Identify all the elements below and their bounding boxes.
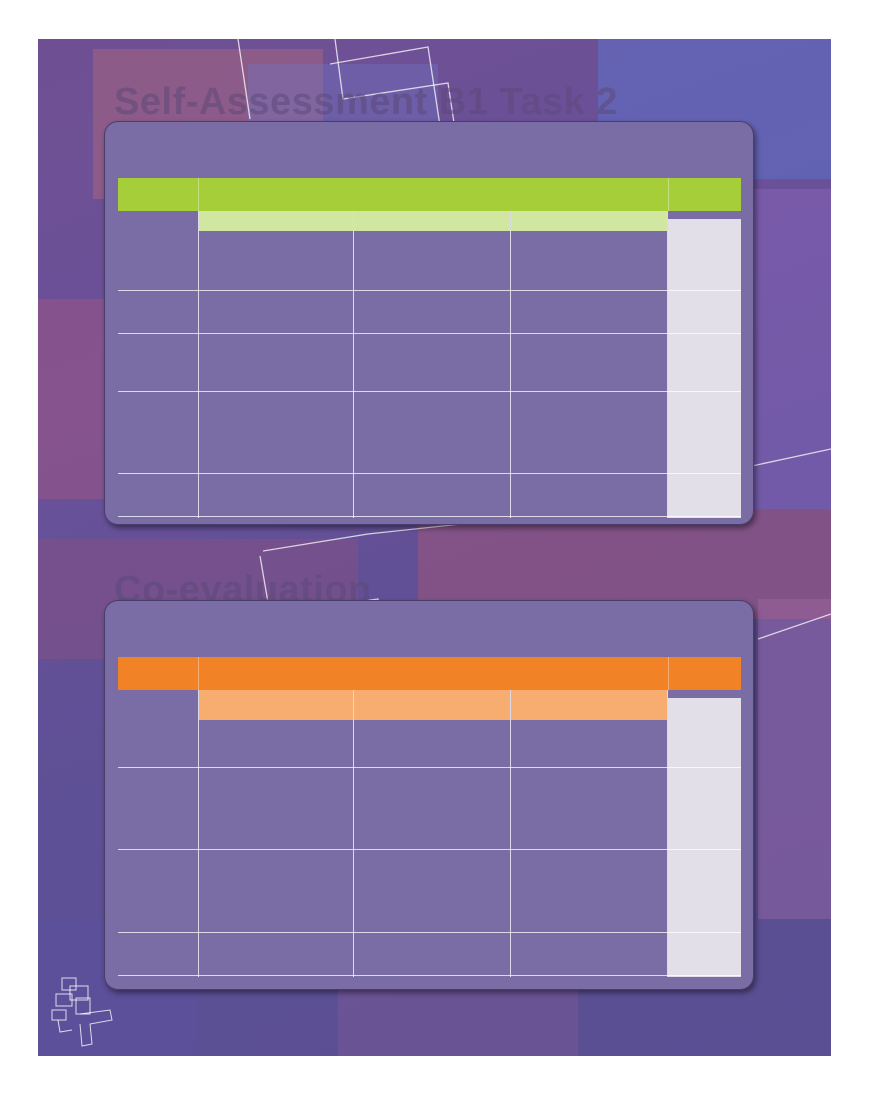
row-divider (118, 975, 741, 976)
score-column (668, 698, 741, 977)
section-heading-self-assessment: Self-Assessment B1 Task 2 (114, 81, 618, 123)
row-divider (118, 290, 741, 291)
rubric-subheader-level (511, 211, 667, 231)
rubric-subheader-level (354, 690, 510, 720)
row-divider (118, 932, 741, 933)
row-divider (118, 391, 741, 392)
rubric-subheader-level (199, 211, 353, 231)
column-divider (510, 690, 511, 977)
column-divider (353, 690, 354, 977)
co-evaluation-rubric-table (118, 657, 741, 977)
header-divider (198, 657, 199, 690)
corner-logo-icon (51, 977, 113, 1047)
worksheet-page: Self-Assessment B1 Task 2 Co-evaluation (38, 39, 831, 1056)
header-divider (668, 178, 669, 211)
rubric-subheader-level (354, 211, 510, 231)
self-assessment-panel (104, 121, 754, 525)
rubric-subheader-level (511, 690, 667, 720)
row-divider (118, 516, 741, 517)
column-divider (198, 211, 199, 518)
header-divider (668, 657, 669, 690)
self-assessment-rubric-table (118, 178, 741, 518)
row-divider (118, 473, 741, 474)
row-divider (118, 767, 741, 768)
header-divider (198, 178, 199, 211)
rubric-subheader-level (199, 690, 353, 720)
row-divider (118, 333, 741, 334)
row-divider (118, 849, 741, 850)
column-divider (667, 690, 668, 977)
column-divider (353, 211, 354, 518)
rubric-header-bar (118, 178, 741, 211)
column-divider (510, 211, 511, 518)
co-evaluation-panel (104, 600, 754, 990)
column-divider (198, 690, 199, 977)
rubric-header-bar (118, 657, 741, 690)
column-divider (667, 211, 668, 518)
